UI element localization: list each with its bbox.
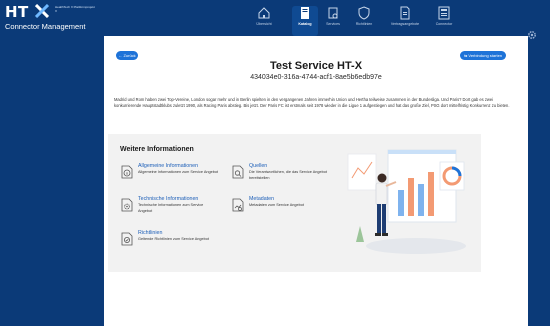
nav-label: Services — [326, 22, 340, 26]
logo-text: HT — [5, 3, 29, 21]
app-frame: HT HealthTech X Plattformprojekt X Conne… — [0, 0, 550, 326]
nav-item-richtlinien[interactable]: Richtlinien — [348, 6, 380, 36]
brand-area: HT HealthTech X Plattformprojekt X Conne… — [0, 0, 104, 31]
card-title: Metadaten — [249, 196, 275, 202]
gear-document-icon — [121, 198, 133, 212]
logo-x-icon — [35, 4, 49, 18]
back-button[interactable]: ← Zurück — [116, 51, 138, 60]
nav-item-connector[interactable]: Connector — [428, 6, 460, 36]
card-general-info[interactable]: Allgemeine Informationen Allgemeine Info… — [120, 163, 218, 191]
nav-label: Connector — [435, 22, 453, 26]
card-description: Geltende Richtlinien zum Service Angebot — [138, 237, 209, 241]
info-box: Weitere Informationen Allgemeine Informa… — [108, 134, 481, 272]
right-strip — [528, 0, 550, 326]
card-policies[interactable]: Richtlinien Geltende Richtlinien zum Ser… — [120, 230, 215, 258]
nav-label: Katalog — [298, 22, 312, 26]
analytics-illustration — [347, 149, 466, 254]
nav-item-katalog[interactable]: Katalog — [292, 6, 318, 36]
nav-item-uebersicht[interactable]: Übersicht — [244, 6, 284, 36]
nav-item-services[interactable]: Services — [318, 6, 348, 36]
top-navigation: Übersicht Katalog Services Richtlinien V… — [104, 0, 528, 36]
app-title: Connector Management — [5, 22, 86, 31]
metadata-icon — [232, 198, 244, 212]
policy-icon — [121, 232, 133, 246]
card-title: Allgemeine Informationen — [138, 163, 199, 169]
main-panel: ← Zurück ⇆ Verbindung starten Test Servi… — [104, 36, 528, 326]
card-description: Die Verantwortlichen, die das Service An… — [249, 170, 327, 180]
card-title: Technische Informationen — [138, 196, 199, 202]
nav-label: Vertragsangebote — [390, 22, 420, 26]
card-metadata[interactable]: Metadaten Metadaten zum Service Angebot — [231, 196, 326, 224]
info-icon — [121, 165, 133, 179]
shield-icon — [358, 6, 370, 20]
service-description: Madrid und Rom haben zwei Top-Vereine, L… — [114, 97, 510, 109]
services-icon — [328, 7, 338, 19]
document-icon — [400, 6, 410, 20]
nav-label: Richtlinien — [355, 22, 373, 26]
catalog-icon — [301, 7, 309, 19]
card-description: Technische Informationen zum Service Ang… — [138, 203, 204, 213]
page-title: Test Service HT-X — [269, 60, 363, 72]
card-description: Allgemeine Informationen zum Service Ang… — [138, 170, 218, 174]
card-title: Quellen — [249, 163, 268, 169]
info-heading: Weitere Informationen — [120, 146, 194, 153]
connector-icon — [438, 6, 450, 20]
gear-icon[interactable] — [527, 30, 537, 40]
nav-item-vertragsangebote[interactable]: Vertragsangebote — [382, 6, 428, 36]
card-sources[interactable]: Quellen Die Verantwortlichen, die das Se… — [231, 163, 327, 191]
card-technical-info[interactable]: Technische Informationen Technische Info… — [120, 196, 215, 224]
card-description: Metadaten zum Service Angebot — [249, 203, 304, 207]
card-title: Richtlinien — [138, 230, 163, 236]
nav-label: Übersicht — [256, 22, 272, 26]
service-id: 434034e0-316a-4744-acf1-8ae5b6edb97e — [250, 74, 382, 81]
search-document-icon — [232, 165, 244, 179]
home-icon — [258, 7, 270, 19]
start-connection-button[interactable]: ⇆ Verbindung starten — [460, 51, 506, 60]
logo-subtitle: HealthTech X Plattformprojekt X — [55, 5, 95, 13]
